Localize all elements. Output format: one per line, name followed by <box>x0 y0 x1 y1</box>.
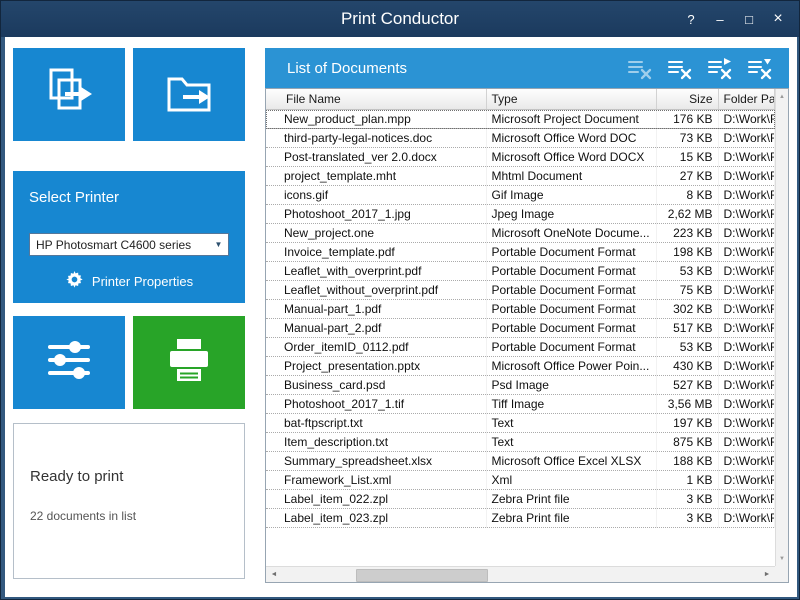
vertical-scrollbar[interactable]: ▲ ▼ <box>775 89 788 566</box>
help-button[interactable]: ? <box>678 7 704 31</box>
print-conductor-window: Print Conductor ? – □ × <box>0 0 800 600</box>
scroll-left-arrow-icon[interactable]: ◄ <box>266 567 282 582</box>
printer-select-value: HP Photosmart C4600 series <box>36 238 191 252</box>
table-row[interactable]: New_project.one Microsoft OneNote Docume… <box>266 224 775 243</box>
titlebar[interactable]: Print Conductor ? – □ × <box>1 1 799 37</box>
table-row[interactable]: Summary_spreadsheet.xlsx Microsoft Offic… <box>266 452 775 471</box>
remove-document-icon[interactable] <box>666 57 693 80</box>
printer-properties-button[interactable]: Printer Properties <box>29 270 229 292</box>
add-files-icon <box>41 64 97 125</box>
documents-table: File Name Type Size Folder Path New_prod… <box>266 89 775 566</box>
scroll-right-arrow-icon[interactable]: ► <box>759 567 775 582</box>
table-row[interactable]: Item_description.txt Text 875 KB D:\Work… <box>266 433 775 452</box>
table-row[interactable]: Leaflet_with_overprint.pdf Portable Docu… <box>266 262 775 281</box>
document-table-body: New_product_plan.mpp Microsoft Project D… <box>266 110 775 528</box>
table-row[interactable]: third-party-legal-notices.doc Microsoft … <box>266 129 775 148</box>
list-toolbar <box>626 57 773 80</box>
table-row[interactable]: Photoshoot_2017_1.jpg Jpeg Image 2,62 MB… <box>266 205 775 224</box>
scroll-down-arrow-icon[interactable]: ▼ <box>776 552 788 565</box>
settings-sliders-icon <box>41 332 97 393</box>
status-ready-text: Ready to print <box>30 468 228 485</box>
table-row[interactable]: Project_presentation.pptx Microsoft Offi… <box>266 357 775 376</box>
table-row[interactable]: Label_item_022.zpl Zebra Print file 3 KB… <box>266 490 775 509</box>
scrollbar-corner <box>775 566 788 582</box>
table-row[interactable]: Order_itemID_0112.pdf Portable Document … <box>266 338 775 357</box>
horizontal-scrollbar[interactable]: ◄ ► <box>266 566 775 582</box>
print-button[interactable] <box>133 316 245 409</box>
maximize-button[interactable]: □ <box>736 7 762 31</box>
table-row[interactable]: icons.gif Gif Image 8 KB D:\Work\F <box>266 186 775 205</box>
list-of-documents-header: List of Documents <box>265 48 789 88</box>
add-folder-button[interactable] <box>133 48 245 141</box>
table-row[interactable]: Post-translated_ver 2.0.docx Microsoft O… <box>266 148 775 167</box>
table-row[interactable]: Leaflet_without_overprint.pdf Portable D… <box>266 281 775 300</box>
column-header-type[interactable]: Type <box>486 89 656 110</box>
gear-icon <box>65 270 84 292</box>
close-button[interactable]: × <box>765 7 791 31</box>
table-row[interactable]: New_product_plan.mpp Microsoft Project D… <box>266 110 775 129</box>
printer-select[interactable]: HP Photosmart C4600 series ▼ <box>29 233 229 256</box>
clear-list-icon[interactable] <box>626 57 653 80</box>
add-folder-icon <box>161 64 217 125</box>
scroll-up-arrow-icon[interactable]: ▲ <box>776 90 788 103</box>
table-row[interactable]: bat-ftpscript.txt Text 197 KB D:\Work\F <box>266 414 775 433</box>
table-header-row: File Name Type Size Folder Path <box>266 89 775 110</box>
add-files-button[interactable] <box>13 48 125 141</box>
table-row[interactable]: Framework_List.xml Xml 1 KB D:\Work\F <box>266 471 775 490</box>
table-row[interactable]: Label_item_023.zpl Zebra Print file 3 KB… <box>266 509 775 528</box>
printer-properties-label: Printer Properties <box>92 274 193 289</box>
documents-table-container: File Name Type Size Folder Path New_prod… <box>265 88 789 583</box>
table-row[interactable]: project_template.mht Mhtml Document 27 K… <box>266 167 775 186</box>
table-row[interactable]: Invoice_template.pdf Portable Document F… <box>266 243 775 262</box>
printer-icon <box>161 332 217 393</box>
window-content: Select Printer HP Photosmart C4600 serie… <box>5 37 797 597</box>
status-panel: Ready to print 22 documents in list <box>13 423 245 579</box>
table-row[interactable]: Photoshoot_2017_1.tif Tiff Image 3,56 MB… <box>266 395 775 414</box>
table-row[interactable]: Business_card.psd Psd Image 527 KB D:\Wo… <box>266 376 775 395</box>
table-row[interactable]: Manual-part_2.pdf Portable Document Form… <box>266 319 775 338</box>
settings-button[interactable] <box>13 316 125 409</box>
column-header-folder-path[interactable]: Folder Path <box>718 89 775 110</box>
status-document-count: 22 documents in list <box>30 509 228 523</box>
list-of-documents-title: List of Documents <box>287 60 407 77</box>
remove-opened-icon[interactable] <box>706 57 733 80</box>
horizontal-scrollbar-thumb[interactable] <box>356 569 488 582</box>
select-printer-label: Select Printer <box>29 189 229 206</box>
column-header-size[interactable]: Size <box>656 89 718 110</box>
select-printer-panel: Select Printer HP Photosmart C4600 serie… <box>13 171 245 303</box>
window-controls: ? – □ × <box>678 1 791 37</box>
minimize-button[interactable]: – <box>707 7 733 31</box>
column-header-file-name[interactable]: File Name <box>266 89 486 110</box>
chevron-down-icon: ▼ <box>211 234 226 255</box>
table-row[interactable]: Manual-part_1.pdf Portable Document Form… <box>266 300 775 319</box>
remove-printed-icon[interactable] <box>746 57 773 80</box>
